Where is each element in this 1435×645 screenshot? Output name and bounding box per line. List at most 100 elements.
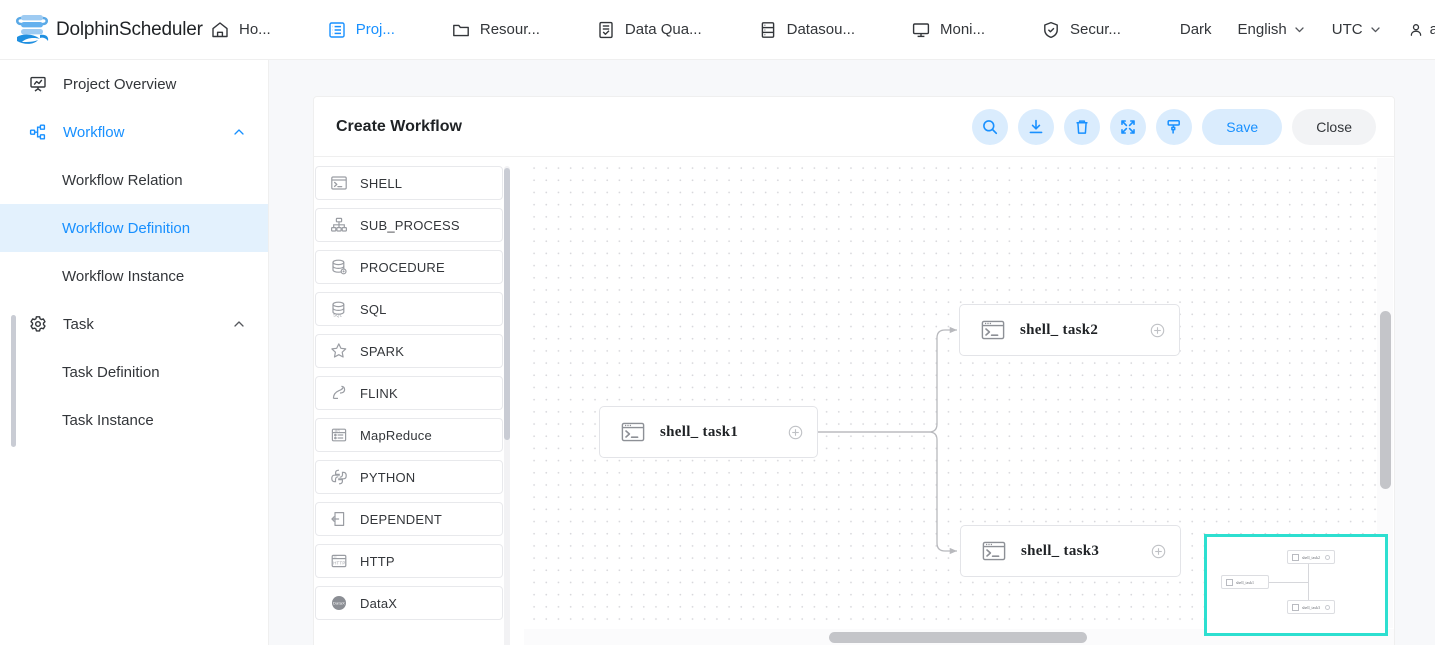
sidebar-item-task-instance[interactable]: Task Instance — [0, 396, 268, 444]
task-type-sub-process[interactable]: SUB_PROCESS — [315, 208, 503, 242]
timezone-label: UTC — [1332, 21, 1363, 38]
task-type-label: HTTP — [360, 554, 395, 569]
minimap-node: shell_task1 — [1221, 575, 1269, 589]
chevron-up-icon[interactable] — [232, 317, 246, 331]
subprocess-icon — [330, 216, 348, 234]
dag-node-label: shell_ task3 — [1021, 543, 1099, 560]
sidebar-item-task-definition[interactable]: Task Definition — [0, 348, 268, 396]
sidebar-item-workflow[interactable]: Workflow — [0, 108, 268, 156]
project-icon — [327, 20, 347, 40]
user-icon — [1408, 22, 1424, 38]
sidebar-item-label: Task — [63, 316, 94, 333]
task-type-spark[interactable]: SPARK — [315, 334, 503, 368]
minimap-node-label: shell_task2 — [1302, 555, 1320, 560]
add-downstream-icon[interactable] — [1150, 323, 1165, 338]
delete-button[interactable] — [1064, 109, 1100, 145]
svg-text:HTTP: HTTP — [333, 561, 345, 566]
delete-icon — [1073, 118, 1091, 136]
fullscreen-button[interactable] — [1110, 109, 1146, 145]
dag-node-shell-task1[interactable]: shell_ task1 — [599, 406, 818, 458]
procedure-icon — [330, 258, 348, 276]
theme-toggle[interactable]: Dark — [1167, 21, 1225, 38]
task-type-mapreduce[interactable]: MR MapReduce — [315, 418, 503, 452]
fullscreen-icon — [1119, 118, 1137, 136]
minimap-node-icon — [1292, 554, 1299, 561]
task-type-label: MapReduce — [360, 428, 432, 443]
minimap-node: shell_task3 — [1287, 600, 1335, 614]
add-downstream-icon[interactable] — [1151, 544, 1166, 559]
page-title: Create Workflow — [336, 118, 462, 136]
dag-node-shell-task2[interactable]: shell_ task2 — [959, 304, 1180, 356]
download-button[interactable] — [1018, 109, 1054, 145]
top-nav-items: Ho... Proj... — [200, 0, 1167, 60]
add-downstream-icon[interactable] — [788, 425, 803, 440]
task-type-label: SPARK — [360, 344, 404, 359]
top-navigation-bar: DolphinScheduler Ho... — [0, 0, 1435, 60]
task-type-label: PYTHON — [360, 470, 415, 485]
task-type-procedure[interactable]: PROCEDURE — [315, 250, 503, 284]
shell-icon — [981, 538, 1007, 564]
home-icon — [210, 20, 230, 40]
chevron-up-icon[interactable] — [232, 125, 246, 139]
language-select[interactable]: English — [1225, 21, 1319, 38]
canvas-minimap[interactable]: shell_task1 shell_task2 shell_task3 — [1204, 534, 1388, 636]
top-nav-resources[interactable]: Resour... — [441, 0, 550, 60]
palette-scrollbar[interactable] — [504, 168, 510, 440]
top-nav-security[interactable]: Secur... — [1031, 0, 1131, 60]
save-button[interactable]: Save — [1202, 109, 1282, 145]
task-type-python[interactable]: PYTHON — [315, 460, 503, 494]
top-nav-home[interactable]: Ho... — [200, 0, 281, 60]
dag-node-shell-task3[interactable]: shell_ task3 — [960, 525, 1181, 577]
task-type-http[interactable]: HTTP HTTP — [315, 544, 503, 578]
sidebar-item-label: Task Instance — [62, 412, 154, 429]
dependent-icon — [330, 510, 348, 528]
task-type-flink[interactable]: FLINK — [315, 376, 503, 410]
search-button[interactable] — [972, 109, 1008, 145]
timezone-select[interactable]: UTC — [1319, 21, 1395, 38]
canvas-horizontal-scrollbar[interactable] — [829, 632, 1087, 643]
top-nav-datasource[interactable]: Datasou... — [748, 0, 865, 60]
editor-toolbar: Create Workflow — [314, 97, 1394, 157]
dag-node-label: shell_ task2 — [1020, 322, 1098, 339]
minimap-node-plus-icon — [1325, 605, 1330, 610]
svg-text:DataX: DataX — [333, 601, 345, 606]
minimap-node-plus-icon — [1325, 555, 1330, 560]
sidebar-item-task[interactable]: Task — [0, 300, 268, 348]
top-nav-project[interactable]: Proj... — [317, 0, 405, 60]
workflow-icon — [28, 122, 48, 142]
left-sidebar: Project Overview Workflow Workflow Relat… — [0, 60, 269, 645]
task-type-datax[interactable]: DataX DataX — [315, 586, 503, 620]
sidebar-item-workflow-instance[interactable]: Workflow Instance — [0, 252, 268, 300]
python-icon — [330, 468, 348, 486]
format-icon — [1165, 118, 1183, 136]
canvas-vertical-scrollbar[interactable] — [1380, 311, 1391, 489]
task-type-label: SHELL — [360, 176, 402, 191]
dag-node-label: shell_ task1 — [660, 424, 738, 441]
top-nav-data-quality-label: Data Qua... — [625, 21, 702, 38]
sidebar-item-workflow-relation[interactable]: Workflow Relation — [0, 156, 268, 204]
brand-logo-area[interactable]: DolphinScheduler — [0, 9, 200, 51]
sidebar-item-project-overview[interactable]: Project Overview — [0, 60, 268, 108]
top-nav-monitor[interactable]: Moni... — [901, 0, 995, 60]
task-type-sql[interactable]: SQL SQL — [315, 292, 503, 326]
user-menu[interactable]: admin — [1395, 21, 1435, 38]
close-button[interactable]: Close — [1292, 109, 1376, 145]
task-type-shell[interactable]: SHELL — [315, 166, 503, 200]
top-nav-data-quality[interactable]: Data Qua... — [586, 0, 712, 60]
format-dag-button[interactable] — [1156, 109, 1192, 145]
task-type-list: SHELL SUB_PROCESS — [314, 166, 504, 628]
main-content-area: Create Workflow — [269, 60, 1435, 645]
task-type-dependent[interactable]: DEPENDENT — [315, 502, 503, 536]
download-icon — [1027, 118, 1045, 136]
search-icon — [981, 118, 999, 136]
http-icon: HTTP — [330, 552, 348, 570]
task-type-label: PROCEDURE — [360, 260, 445, 275]
sidebar-scrollbar[interactable] — [11, 315, 16, 447]
toolbar-actions: Save Close — [972, 109, 1376, 145]
sidebar-item-workflow-definition[interactable]: Workflow Definition — [0, 204, 268, 252]
dag-canvas[interactable]: shell_ task1 — [524, 158, 1395, 645]
chevron-down-icon — [1369, 23, 1382, 36]
sidebar-item-label: Project Overview — [63, 76, 176, 93]
datasource-icon — [758, 20, 778, 40]
svg-text:MR: MR — [335, 429, 341, 433]
